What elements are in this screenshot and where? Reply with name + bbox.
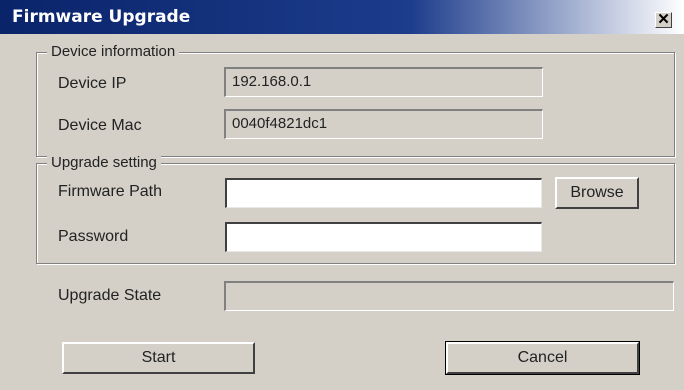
device-mac-field: 0040f4821dc1 [224,109,543,139]
start-button[interactable]: Start [62,342,255,374]
firmware-path-input[interactable] [225,178,542,208]
cancel-button[interactable]: Cancel [445,341,640,375]
firmware-upgrade-dialog: Firmware Upgrade ✕ Device information De… [0,0,684,390]
close-icon: ✕ [657,11,670,28]
upgrade-state-label: Upgrade State [58,287,162,304]
firmware-path-label: Firmware Path [58,183,163,200]
window-title: Firmware Upgrade [12,7,191,27]
password-label: Password [58,228,129,245]
device-ip-label: Device IP [58,75,127,92]
password-input[interactable] [225,222,542,252]
title-bar[interactable]: Firmware Upgrade ✕ [0,0,684,34]
browse-button[interactable]: Browse [555,177,639,209]
device-ip-field: 192.168.0.1 [224,67,543,97]
upgrade-setting-legend: Upgrade setting [47,154,161,172]
device-information-legend: Device information [47,43,180,61]
device-mac-label: Device Mac [58,117,142,134]
upgrade-state-progress [224,281,674,311]
close-button[interactable]: ✕ [655,12,672,28]
